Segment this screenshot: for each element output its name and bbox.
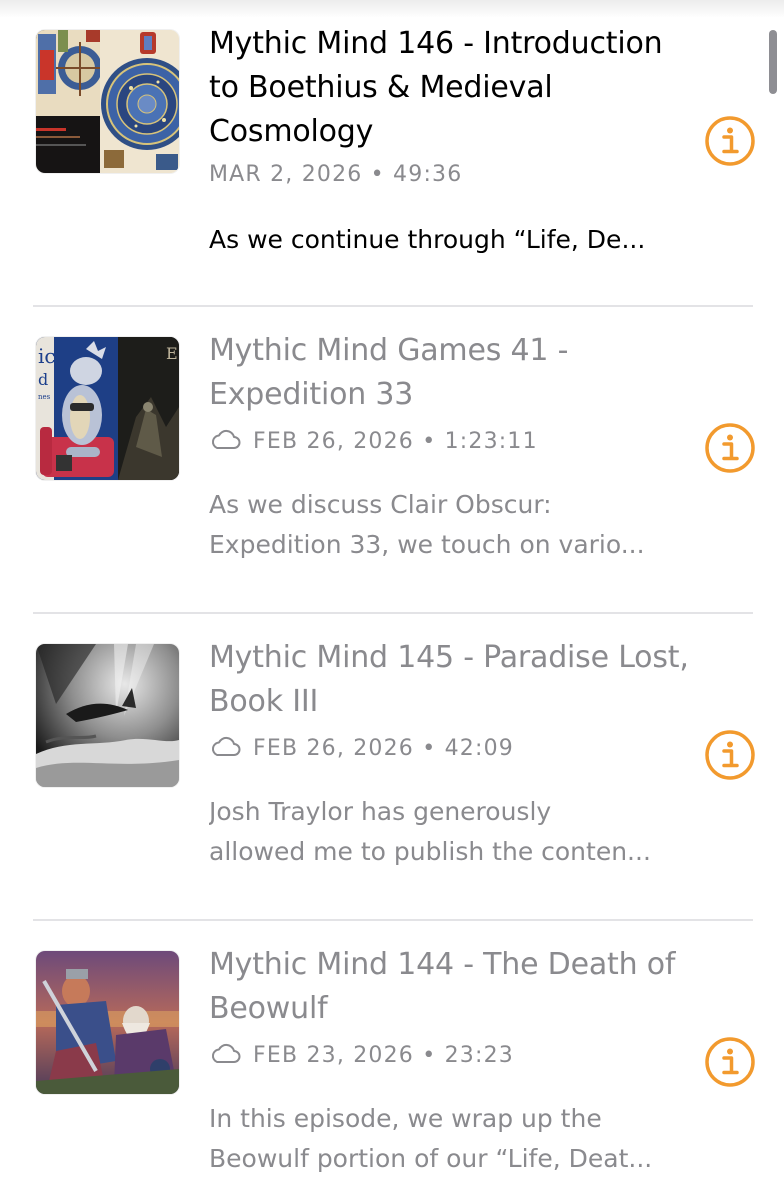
svg-text:nes: nes	[38, 393, 51, 401]
episode-description: In this episode, we wrap up the Beowulf …	[209, 1099, 679, 1179]
info-circle-icon	[705, 423, 755, 473]
episode-title[interactable]: Mythic Mind 144 - The Death of Beowulf	[209, 943, 689, 1031]
episode-row-146[interactable]: Mythic Mind 146 - Introduction to Boethi…	[0, 0, 784, 307]
info-circle-icon	[705, 116, 755, 166]
episode-artwork-boethius	[36, 30, 179, 173]
cloud-icon	[211, 429, 241, 449]
svg-text:E: E	[166, 344, 178, 363]
cloud-icon	[211, 1043, 241, 1063]
episode-date-duration: FEB 23, 2026 • 23:23	[253, 1043, 514, 1068]
episode-description-line: Josh Traylor has generously	[209, 797, 552, 826]
info-button[interactable]	[704, 422, 756, 474]
episode-description: As we continue through “Life, De...	[209, 220, 679, 260]
episode-description: As we discuss Clair Obscur: Expedition 3…	[209, 485, 679, 565]
episode-title[interactable]: Mythic Mind Games 41 - Expedition 33	[209, 329, 689, 417]
episode-meta: FEB 23, 2026 • 23:23	[209, 1041, 514, 1071]
cloud-icon	[211, 736, 241, 756]
episode-description: Josh Traylor has generously allowed me t…	[209, 792, 679, 872]
episode-date-duration: FEB 26, 2026 • 42:09	[253, 736, 514, 761]
episode-meta: FEB 26, 2026 • 1:23:11	[209, 427, 538, 457]
svg-text:ic: ic	[38, 344, 56, 368]
info-circle-icon	[705, 730, 755, 780]
episode-date-duration: MAR 2, 2026 • 49:36	[209, 162, 463, 187]
episode-artwork-beowulf	[36, 951, 179, 1094]
episode-description-line: allowed me to publish the conten...	[209, 837, 651, 866]
episode-title[interactable]: Mythic Mind 146 - Introduction to Boethi…	[209, 22, 689, 154]
top-fade	[0, 0, 784, 18]
episode-description-line: Beowulf portion of our “Life, Deat...	[209, 1144, 653, 1173]
episode-date-duration: FEB 26, 2026 • 1:23:11	[253, 429, 538, 454]
episode-meta: FEB 26, 2026 • 42:09	[209, 734, 514, 764]
episode-artwork-expedition-33: ic d nes E	[36, 337, 179, 480]
episode-description-line: As we discuss Clair Obscur:	[209, 490, 552, 519]
svg-text:d: d	[38, 370, 48, 389]
episode-title[interactable]: Mythic Mind 145 - Paradise Lost, Book II…	[209, 636, 689, 724]
scroll-indicator[interactable]	[769, 30, 777, 94]
episode-description-line: In this episode, we wrap up the	[209, 1104, 602, 1133]
info-button[interactable]	[704, 115, 756, 167]
episode-row-144[interactable]: Mythic Mind 144 - The Death of Beowulf F…	[0, 921, 784, 1200]
episode-description-line: As we continue through “Life, De...	[209, 225, 646, 254]
episode-description-line: Expedition 33, we touch on vario...	[209, 530, 645, 559]
episode-row-games-41[interactable]: ic d nes E Mythic Mind Games 41 - Expedi…	[0, 307, 784, 614]
info-button[interactable]	[704, 1036, 756, 1088]
info-circle-icon	[705, 1037, 755, 1087]
info-button[interactable]	[704, 729, 756, 781]
episode-artwork-paradise-lost	[36, 644, 179, 787]
episode-row-145[interactable]: Mythic Mind 145 - Paradise Lost, Book II…	[0, 614, 784, 921]
episode-list-screen: Mythic Mind 146 - Introduction to Boethi…	[0, 0, 784, 1200]
episode-meta: MAR 2, 2026 • 49:36	[209, 160, 462, 190]
